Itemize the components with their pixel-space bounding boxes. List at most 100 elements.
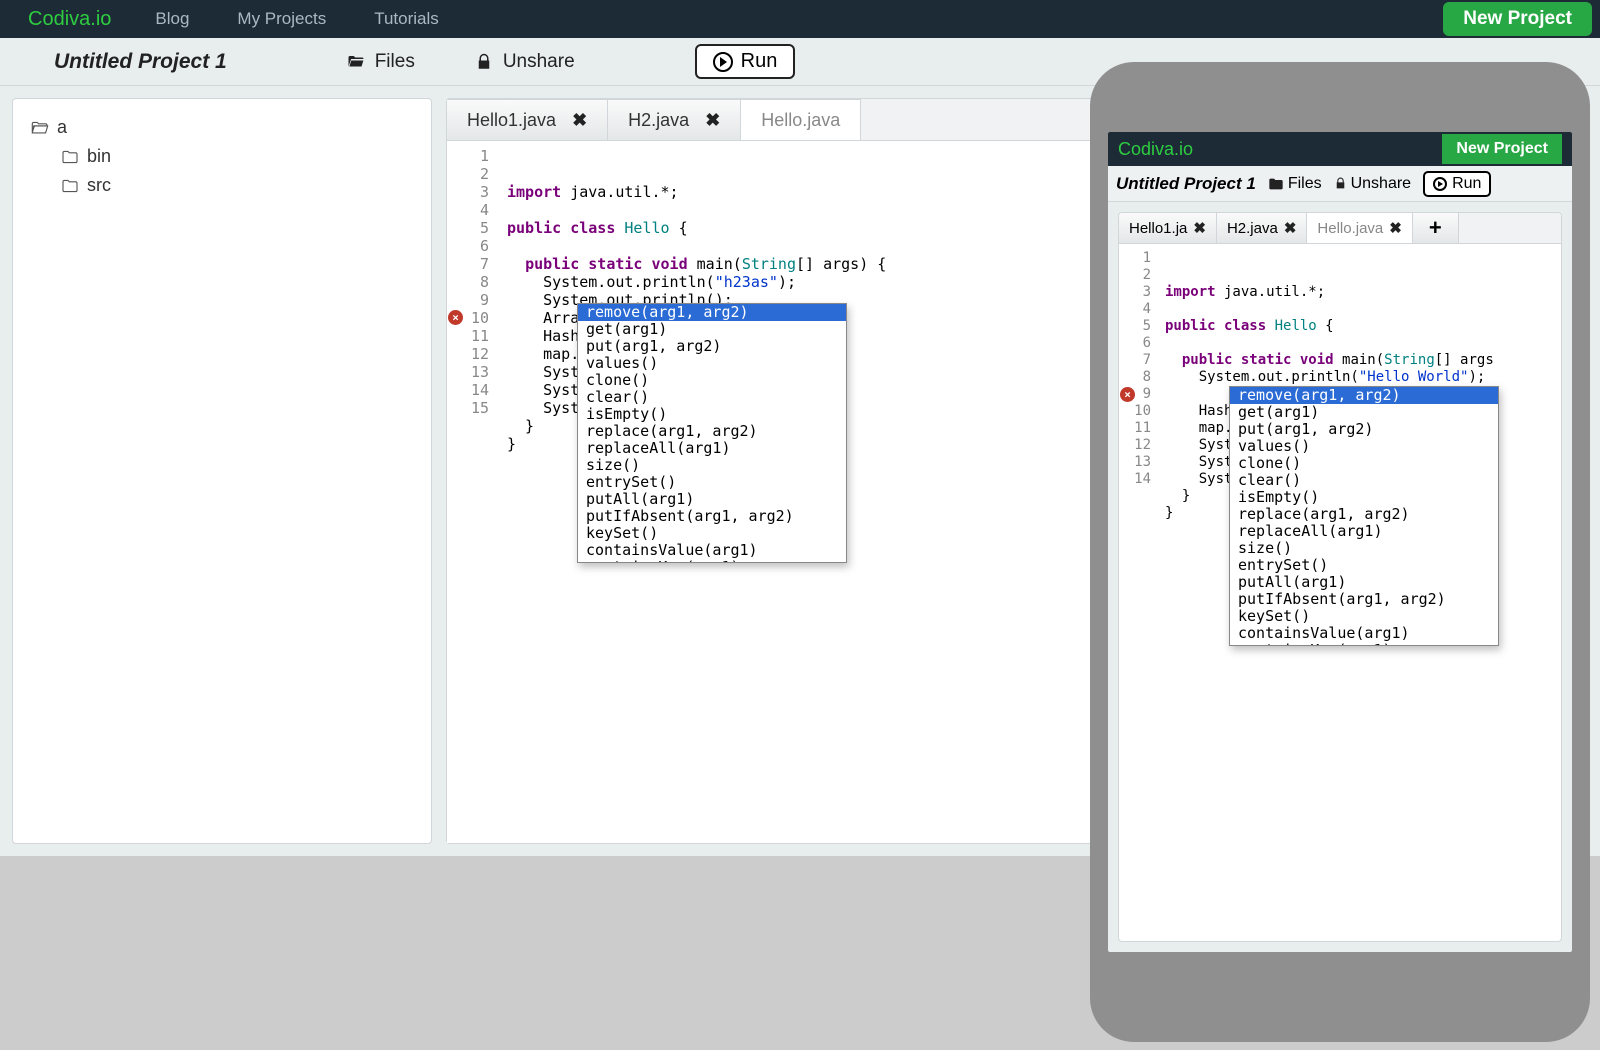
phone-new-project-button[interactable]: New Project [1442, 134, 1562, 164]
line-number: 11 [447, 327, 489, 345]
tree-item-src[interactable]: src [31, 171, 413, 200]
new-project-button[interactable]: New Project [1443, 2, 1592, 36]
line-number: 8 [447, 273, 489, 291]
code-line[interactable]: System.out.println("Hello World"); [1165, 369, 1553, 386]
autocomplete-item[interactable]: size() [1230, 540, 1498, 557]
unshare-button[interactable]: Unshare [475, 51, 575, 73]
tree-item-label: bin [87, 146, 111, 167]
autocomplete-item[interactable]: get(arg1) [578, 321, 846, 338]
autocomplete-item[interactable]: putIfAbsent(arg1, arg2) [1230, 591, 1498, 608]
line-number: 6 [447, 237, 489, 255]
line-number: 9 [447, 291, 489, 309]
autocomplete-item[interactable]: putIfAbsent(arg1, arg2) [578, 508, 846, 525]
code-line[interactable]: import java.util.*; [1165, 284, 1553, 301]
folder-icon [1268, 177, 1284, 191]
autocomplete-item[interactable]: keySet() [1230, 608, 1498, 625]
folder-icon [61, 179, 79, 193]
autocomplete-item[interactable]: containsKey(arg1) [578, 559, 846, 563]
autocomplete-item[interactable]: replace(arg1, arg2) [578, 423, 846, 440]
autocomplete-item[interactable]: isEmpty() [578, 406, 846, 423]
code-line[interactable] [1165, 301, 1553, 318]
phone-run-label: Run [1452, 175, 1481, 193]
code-line[interactable] [1165, 335, 1553, 352]
code-line[interactable]: public static void main(String[] args [1165, 352, 1553, 369]
line-number: 3 [447, 183, 489, 201]
autocomplete-item[interactable]: replaceAll(arg1) [1230, 523, 1498, 540]
new-tab-button[interactable]: + [1413, 213, 1459, 243]
tree-item-bin[interactable]: bin [31, 142, 413, 171]
nav-my-projects[interactable]: My Projects [213, 9, 350, 29]
autocomplete-item[interactable]: remove(arg1, arg2) [578, 304, 846, 321]
run-label: Run [741, 50, 778, 73]
line-number: 14 [1119, 471, 1151, 488]
line-gutter: 12345678910×1112131415 [447, 141, 497, 843]
tab[interactable]: Hello1.ja✖ [1119, 213, 1217, 243]
folder-icon [61, 150, 79, 164]
folder-open-icon [347, 53, 365, 71]
autocomplete-item[interactable]: keySet() [578, 525, 846, 542]
phone-files-label: Files [1288, 175, 1322, 193]
autocomplete-item[interactable]: put(arg1, arg2) [578, 338, 846, 355]
phone-editor-tabs: Hello1.ja✖H2.java✖Hello.java✖+ [1119, 213, 1561, 244]
error-icon[interactable]: × [448, 310, 463, 325]
phone-code-editor[interactable]: 123456789×1011121314 import java.util.*;… [1119, 244, 1561, 941]
close-icon[interactable]: ✖ [572, 110, 587, 131]
autocomplete-item[interactable]: values() [1230, 438, 1498, 455]
autocomplete-item[interactable]: clear() [1230, 472, 1498, 489]
phone-editor-panel: Hello1.ja✖H2.java✖Hello.java✖+ 123456789… [1118, 212, 1562, 942]
phone-files-button[interactable]: Files [1268, 175, 1322, 193]
tab[interactable]: H2.java✖ [608, 99, 741, 140]
run-button[interactable]: Run [695, 44, 796, 79]
error-icon[interactable]: × [1120, 387, 1135, 402]
line-number: 13 [447, 363, 489, 381]
autocomplete-item[interactable]: putAll(arg1) [1230, 574, 1498, 591]
line-number: 4 [447, 201, 489, 219]
phone-line-gutter: 123456789×1011121314 [1119, 244, 1157, 941]
tree-root[interactable]: a [31, 113, 413, 142]
phone-unshare-label: Unshare [1351, 175, 1411, 193]
code-line[interactable]: public class Hello { [1165, 318, 1553, 335]
line-number: 13 [1119, 454, 1151, 471]
close-icon[interactable]: ✖ [1389, 219, 1402, 237]
tree-item-label: src [87, 175, 111, 196]
autocomplete-item[interactable]: containsValue(arg1) [1230, 625, 1498, 642]
line-number: 12 [1119, 437, 1151, 454]
phone-code-lines[interactable]: import java.util.*; public class Hello {… [1157, 244, 1561, 941]
phone-unshare-button[interactable]: Unshare [1334, 175, 1411, 193]
nav-blog[interactable]: Blog [131, 9, 213, 29]
tab[interactable]: Hello.java✖ [1307, 213, 1412, 243]
autocomplete-item[interactable]: clone() [1230, 455, 1498, 472]
autocomplete-item[interactable]: containsKey(arg1) [1230, 642, 1498, 646]
files-label: Files [375, 51, 415, 73]
autocomplete-item[interactable]: get(arg1) [1230, 404, 1498, 421]
line-number: 5 [1119, 318, 1151, 335]
line-number: 2 [1119, 267, 1151, 284]
autocomplete-item[interactable]: clear() [578, 389, 846, 406]
nav-tutorials[interactable]: Tutorials [350, 9, 463, 29]
tab[interactable]: Hello1.java✖ [447, 99, 608, 140]
close-icon[interactable]: ✖ [1284, 219, 1297, 237]
phone-logo[interactable]: Codiva.io [1118, 139, 1193, 160]
autocomplete-item[interactable]: remove(arg1, arg2) [1230, 387, 1498, 404]
close-icon[interactable]: ✖ [1193, 219, 1206, 237]
autocomplete-item[interactable]: isEmpty() [1230, 489, 1498, 506]
phone-autocomplete-popup[interactable]: remove(arg1, arg2)get(arg1)put(arg1, arg… [1229, 386, 1499, 646]
tab[interactable]: Hello.java [741, 99, 861, 140]
autocomplete-item[interactable]: size() [578, 457, 846, 474]
autocomplete-item[interactable]: putAll(arg1) [578, 491, 846, 508]
autocomplete-item[interactable]: replace(arg1, arg2) [1230, 506, 1498, 523]
autocomplete-item[interactable]: entrySet() [1230, 557, 1498, 574]
close-icon[interactable]: ✖ [705, 110, 720, 131]
autocomplete-item[interactable]: put(arg1, arg2) [1230, 421, 1498, 438]
files-button[interactable]: Files [347, 51, 415, 73]
autocomplete-item[interactable]: values() [578, 355, 846, 372]
tab[interactable]: H2.java✖ [1217, 213, 1307, 243]
autocomplete-item[interactable]: containsValue(arg1) [578, 542, 846, 559]
autocomplete-item[interactable]: replaceAll(arg1) [578, 440, 846, 457]
line-number: 8 [1119, 369, 1151, 386]
logo[interactable]: Codiva.io [8, 8, 131, 31]
autocomplete-item[interactable]: clone() [578, 372, 846, 389]
autocomplete-item[interactable]: entrySet() [578, 474, 846, 491]
phone-run-button[interactable]: Run [1423, 171, 1491, 197]
autocomplete-popup[interactable]: remove(arg1, arg2)get(arg1)put(arg1, arg… [577, 303, 847, 563]
